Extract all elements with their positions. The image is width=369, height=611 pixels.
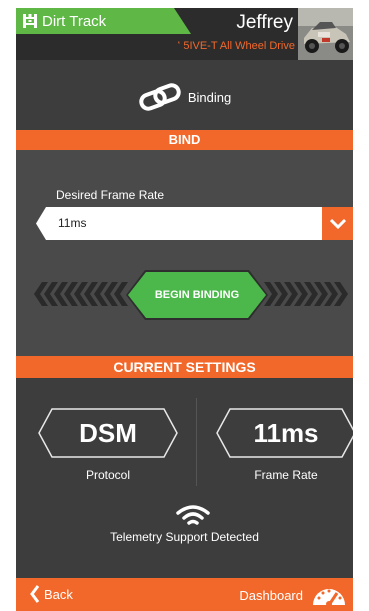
begin-binding-button[interactable]: BEGIN BINDING (128, 272, 266, 318)
frame-rate-select[interactable]: 11ms (36, 207, 353, 240)
current-frame-rate-label: Frame Rate (254, 468, 318, 482)
back-label: Back (44, 586, 73, 602)
current-settings-header: CURRENT SETTINGS (16, 356, 353, 378)
right-chevron-strip (264, 282, 348, 306)
frame-rate-label: Desired Frame Rate (56, 188, 165, 202)
chevron-down-icon (329, 218, 346, 229)
speedometer-icon (313, 589, 345, 606)
frame-rate-value: 11ms (58, 216, 87, 230)
frame-rate-display: 11ms (216, 408, 353, 458)
track-name: Dirt Track (42, 12, 107, 30)
car-thumbnail (298, 8, 353, 60)
current-frame-rate-value: 11ms (253, 418, 319, 448)
wifi-signal-icon (176, 505, 210, 525)
chain-link-icon (139, 83, 181, 111)
header-bar: Jeffrey LOSI 5IVE-T All Wheel Drive Dirt… (16, 8, 353, 60)
car-model-name: LOSI 5IVE-T All Wheel Drive (155, 40, 295, 52)
protocol-display: DSM (38, 408, 178, 458)
dashboard-button[interactable]: Dashboard (239, 584, 347, 606)
user-name: Jeffrey (236, 12, 293, 33)
track-tab[interactable]: Dirt Track (16, 8, 191, 34)
telemetry-status: Telemetry Support Detected (110, 530, 259, 544)
protocol-label: Protocol (85, 468, 131, 482)
dashboard-label: Dashboard (239, 587, 303, 603)
app-screen: Jeffrey LOSI 5IVE-T All Wheel Drive Dirt… (16, 8, 353, 611)
bind-panel (16, 150, 353, 360)
left-chevron-strip (34, 282, 128, 306)
track-grid-icon (21, 12, 39, 30)
protocol-value: DSM (79, 418, 137, 448)
back-button[interactable]: Back (30, 585, 73, 603)
footer-bar: Back Dashboard (16, 578, 353, 611)
chevron-left-icon (30, 585, 40, 603)
dropdown-button[interactable] (322, 207, 353, 240)
settings-divider (196, 398, 197, 486)
binding-title: Binding (16, 82, 353, 112)
binding-title-label: Binding (187, 89, 232, 105)
bind-section-header: BIND (16, 130, 353, 150)
